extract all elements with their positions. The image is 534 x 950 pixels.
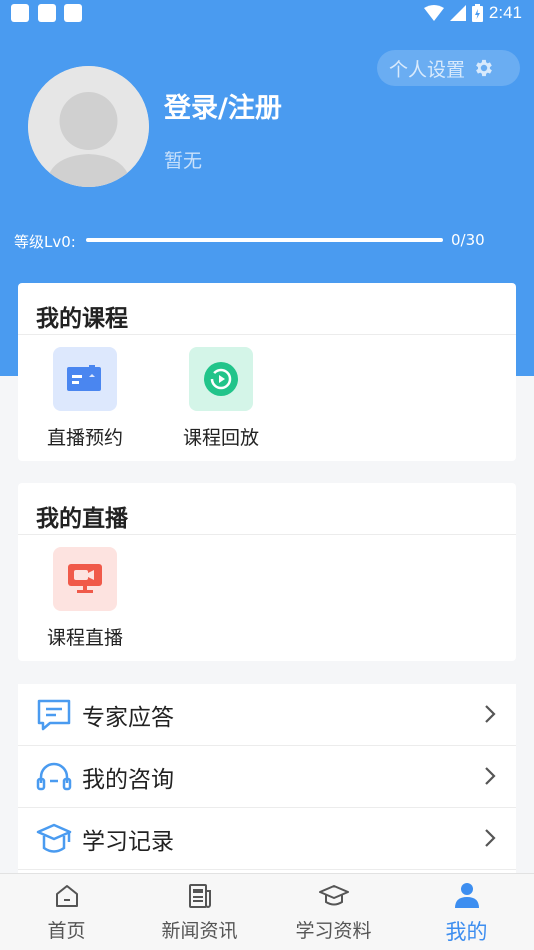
my-courses-card: 我的课程 直播预约 课程回放 <box>18 283 516 461</box>
card-title: 我的直播 <box>36 506 128 532</box>
menu-item-my-consultation[interactable]: 我的咨询 <box>18 746 516 808</box>
wifi-icon <box>423 5 444 21</box>
avatar[interactable] <box>28 66 149 187</box>
course-replay-tile[interactable]: 课程回放 <box>171 347 271 450</box>
notification-icon <box>64 4 82 22</box>
chevron-right-icon <box>485 829 496 847</box>
battery-icon <box>471 4 483 22</box>
menu-list: 专家应答 我的咨询 学习记录 <box>18 684 516 874</box>
level-progress-bar <box>86 238 443 242</box>
level-value: 0/30 <box>451 231 485 249</box>
tab-label: 学习资料 <box>295 920 372 942</box>
tab-label: 新闻资讯 <box>161 920 238 942</box>
menu-item-expert-answer[interactable]: 专家应答 <box>18 684 516 746</box>
tab-mine[interactable]: 我的 <box>400 874 533 950</box>
live-booking-tile[interactable]: 直播预约 <box>35 347 135 450</box>
menu-item-study-record[interactable]: 学习记录 <box>18 808 516 870</box>
tile-label: 课程回放 <box>182 427 259 449</box>
level-label: 等级Lv0: <box>14 233 76 251</box>
tab-label: 我的 <box>445 920 488 944</box>
notification-icon <box>11 4 29 22</box>
user-subtitle: 暂无 <box>164 150 203 172</box>
book-icon <box>53 347 117 411</box>
default-avatar-icon <box>28 66 149 187</box>
login-register-link[interactable]: 登录/注册 <box>164 86 282 125</box>
gear-icon <box>476 59 492 77</box>
divider <box>18 334 516 335</box>
menu-item-label: 学习记录 <box>82 828 174 855</box>
home-icon <box>55 885 78 907</box>
notification-icon <box>38 4 56 22</box>
status-bar: 2:41 <box>0 0 534 28</box>
tile-label: 直播预约 <box>46 427 123 449</box>
status-time: 2:41 <box>488 3 522 22</box>
headset-icon <box>36 759 72 795</box>
message-icon <box>36 697 72 733</box>
user-icon <box>454 883 479 908</box>
news-icon <box>188 884 211 908</box>
cap-icon <box>318 885 349 906</box>
tab-label: 首页 <box>47 920 86 942</box>
my-live-card: 我的直播 课程直播 <box>18 483 516 661</box>
chevron-right-icon <box>485 767 496 785</box>
menu-item-label: 专家应答 <box>82 704 174 731</box>
settings-button[interactable]: 个人设置 <box>377 50 520 86</box>
chevron-right-icon <box>485 705 496 723</box>
live-screen-icon <box>53 547 117 611</box>
tab-news[interactable]: 新闻资讯 <box>133 874 266 950</box>
divider <box>18 534 516 535</box>
menu-item-label: 我的咨询 <box>82 766 174 793</box>
tile-label: 课程直播 <box>46 627 123 649</box>
bottom-tab-bar: 首页 新闻资讯 学习资料 我的 <box>0 873 534 950</box>
signal-icon <box>449 5 466 21</box>
tab-home[interactable]: 首页 <box>0 874 133 950</box>
course-live-tile[interactable]: 课程直播 <box>35 547 135 650</box>
card-title: 我的课程 <box>36 306 128 332</box>
settings-label: 个人设置 <box>389 58 466 81</box>
tab-study-materials[interactable]: 学习资料 <box>267 874 400 950</box>
graduation-cap-icon <box>36 821 72 857</box>
replay-icon <box>189 347 253 411</box>
